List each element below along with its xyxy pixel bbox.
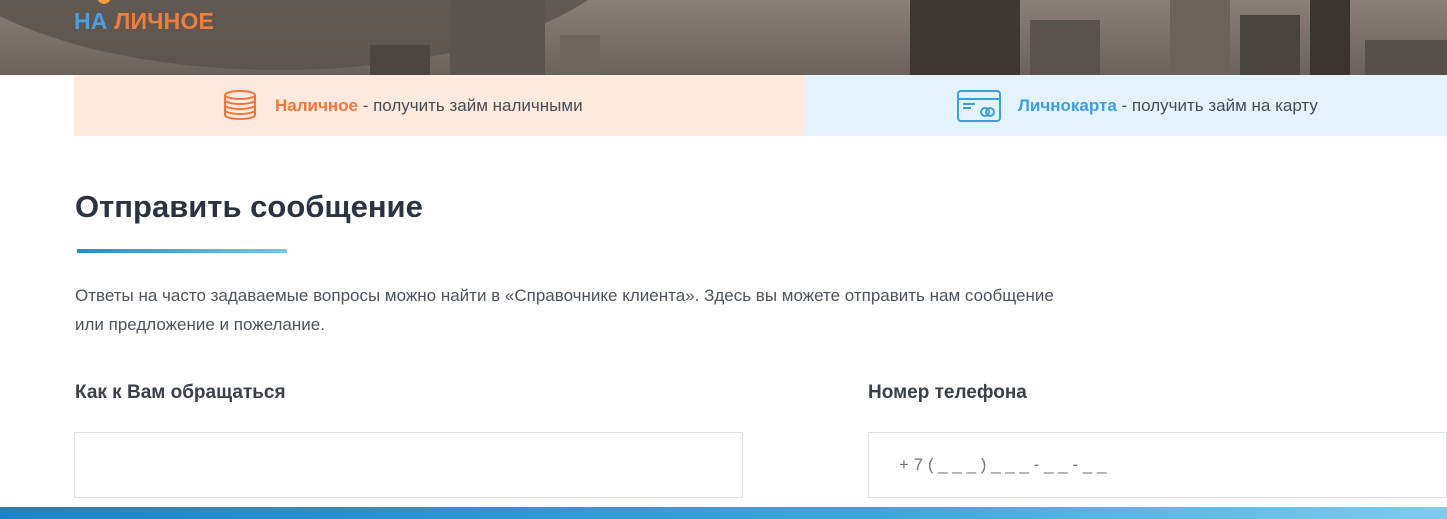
- logo-part-1: НА: [74, 8, 108, 34]
- banner-lichnokarta[interactable]: Личнокарта - получить займ на карту: [805, 75, 1447, 136]
- page-title: Отправить сообщение: [75, 189, 423, 224]
- banner-lichnokarta-text: Личнокарта - получить займ на карту: [1018, 96, 1318, 116]
- banner-nalichnoe-desc: - получить займ наличными: [357, 95, 583, 115]
- credit-card-icon: [957, 89, 1001, 122]
- logo-part-2: ЛИЧНОЕ: [114, 8, 215, 34]
- brand-nalichnoe: Наличное: [275, 95, 358, 115]
- phone-label: Номер телефона: [868, 382, 1027, 403]
- banner-nalichnoe-text: Наличное - получить займ наличными: [275, 96, 583, 116]
- brand-lichnokarta: Личнокарта: [1018, 95, 1117, 115]
- title-underline: [77, 249, 287, 253]
- page-description: Ответы на часто задаваемые вопросы можно…: [75, 286, 1054, 334]
- phone-input[interactable]: [868, 432, 1447, 498]
- banner-nalichnoe[interactable]: Наличное - получить займ наличными: [74, 75, 805, 136]
- coins-icon: [224, 89, 256, 120]
- name-input[interactable]: [74, 432, 743, 498]
- hero-background: НА ЛИЧНОЕ: [0, 0, 1447, 75]
- footer-bar: [0, 507, 1447, 519]
- logo[interactable]: НА ЛИЧНОЕ: [74, 8, 214, 35]
- banner-lichnokarta-desc: - получить займ на карту: [1116, 95, 1318, 115]
- name-label: Как к Вам обращаться: [75, 382, 286, 403]
